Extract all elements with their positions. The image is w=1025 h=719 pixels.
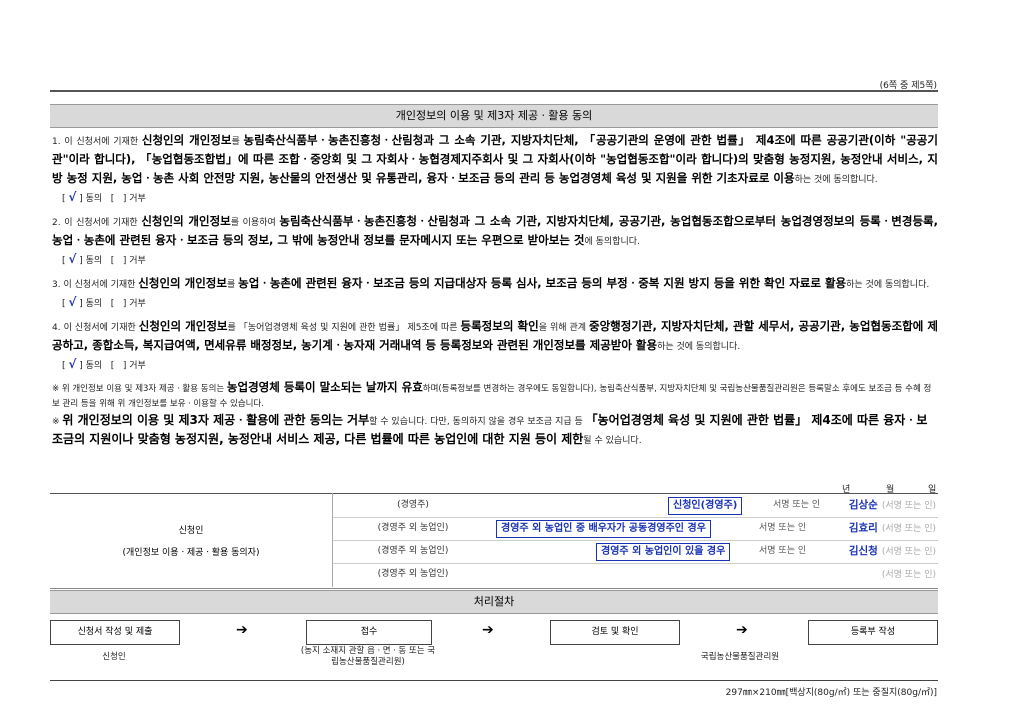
process-step-submit: 신청서 작성 및 제출 xyxy=(50,620,180,645)
signer-highlight: 신청인(경영주) xyxy=(668,497,743,515)
section-title: 개인정보의 이용 및 제3자 제공ㆍ활용 동의 xyxy=(50,104,938,128)
signer-highlight: 경영주 외 농업인이 있을 경우 xyxy=(596,543,731,561)
arrow-right-icon: ➔ xyxy=(736,622,748,638)
process-title: 처리절차 xyxy=(50,590,938,614)
top-divider xyxy=(50,90,938,92)
paper-spec: 297㎜×210㎜[백상지(80g/㎡) 또는 중질지(80g/㎡)] xyxy=(725,688,937,698)
process-step-receipt: 접수 xyxy=(306,620,432,645)
consent-choice-3[interactable]: [ √ ] 동의 [ ] 거부 xyxy=(62,294,938,312)
signature-field[interactable]: 김신청 (서명 또는 인) xyxy=(849,540,936,564)
consent-choice-2[interactable]: [ √ ] 동의 [ ] 거부 xyxy=(62,251,938,269)
check-mark-icon: √ xyxy=(68,190,77,204)
process-actor-naqs: 국립농산물품질관리원 xyxy=(700,652,780,662)
consent-item-3: 3. 이 신청서에 기재한 신청인의 개인정보를 농업ㆍ농촌에 관련된 융자ㆍ보… xyxy=(52,276,930,290)
consent-choice-4[interactable]: [ √ ] 동의 [ ] 거부 xyxy=(62,356,938,374)
process-step-register: 등록부 작성 xyxy=(808,620,938,645)
consent-items: 1. 이 신청서에 기재한 신청인의 개인정보를 농림축산식품부ㆍ농촌진흥청ㆍ산… xyxy=(52,132,938,450)
consent-item-1: 1. 이 신청서에 기재한 신청인의 개인정보를 농림축산식품부ㆍ농촌진흥청ㆍ산… xyxy=(52,133,938,185)
consent-item-2: 2. 이 신청서에 기재한 신청인의 개인정보를 이용하여 농림축산식품부ㆍ농촌… xyxy=(52,214,938,247)
signature-field[interactable]: 김상순 (서명 또는 인) xyxy=(849,494,936,518)
signature-field[interactable]: (서명 또는 인) xyxy=(878,563,936,587)
check-mark-icon: √ xyxy=(68,295,77,309)
process-actor-applicant: 신청인 xyxy=(102,652,126,662)
process-step-review: 검토 및 확인 xyxy=(550,620,680,645)
arrow-right-icon: ➔ xyxy=(236,622,248,638)
check-mark-icon: √ xyxy=(68,357,77,371)
consent-item-4: 4. 이 신청서에 기재한 신청인의 개인정보를 「농어업경영체 육성 및 지원… xyxy=(52,319,938,352)
signature-field[interactable]: 김효리 (서명 또는 인) xyxy=(849,517,936,541)
process-actor-office: (농지 소재지 관할 읍ㆍ면ㆍ동 또는 국립농산물품질관리원) xyxy=(300,646,436,667)
consent-choice-1[interactable]: [ √ ] 동의 [ ] 거부 xyxy=(62,189,938,207)
signer-highlight: 경영주 외 농업인 중 배우자가 공동경영주인 경우 xyxy=(496,520,711,538)
applicant-cell: 신청인 (개인정보 이용ㆍ제공ㆍ활용 동의자) xyxy=(50,493,333,587)
check-mark-icon: √ xyxy=(68,252,77,266)
arrow-right-icon: ➔ xyxy=(482,622,494,638)
signer-row: (경영주 외 농업인) 경영주 외 농업인 중 배우자가 공동경영주인 경우 서… xyxy=(333,517,938,541)
signer-row: (경영주 외 농업인) (서명 또는 인) xyxy=(333,563,938,586)
refusal-note: ※ 위 개인정보의 이용 및 제3자 제공ㆍ활용에 관한 동의는 거부할 수 있… xyxy=(52,413,928,446)
signer-row: (경영주 외 농업인) 경영주 외 농업인이 있을 경우 서명 또는 인 김신청… xyxy=(333,540,938,564)
bottom-divider xyxy=(50,680,938,681)
validity-note: ※ 위 개인정보 이용 및 제3자 제공ㆍ활용 동의는 농업경영체 등록이 말소… xyxy=(52,380,932,409)
applicant-sublabel: (개인정보 이용ㆍ제공ㆍ활용 동의자) xyxy=(122,548,260,558)
applicant-label: 신청인 xyxy=(178,526,204,536)
signer-row: (경영주) 신청인(경영주) 서명 또는 인 김상순 (서명 또는 인) xyxy=(333,494,938,518)
